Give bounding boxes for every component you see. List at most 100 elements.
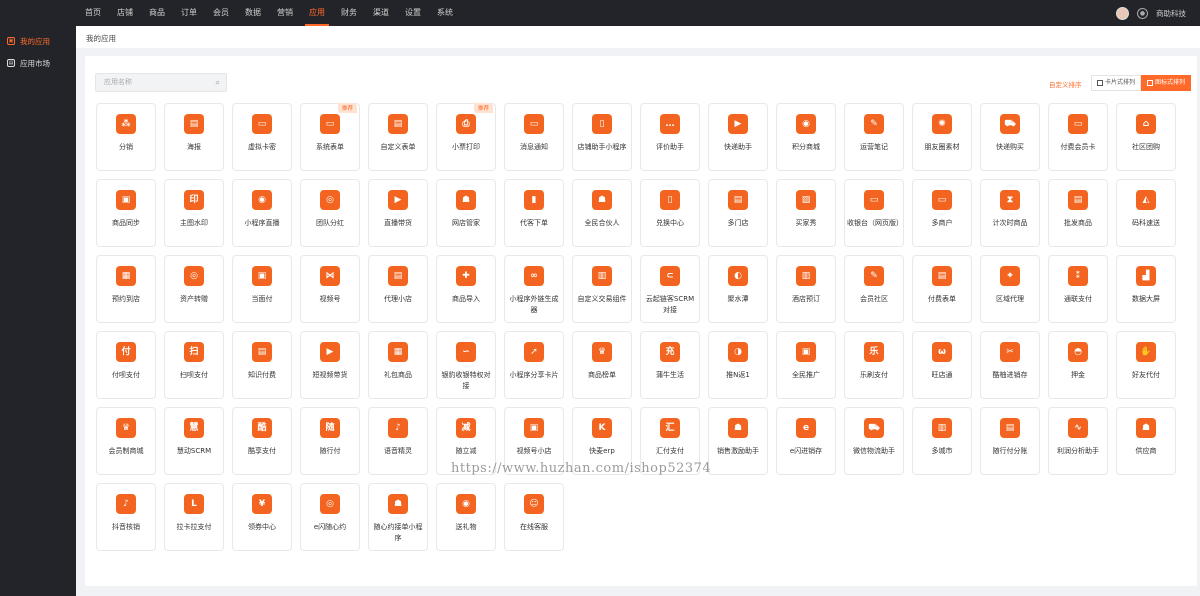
- app-tile[interactable]: ▤ 多门店: [708, 179, 768, 247]
- app-tile[interactable]: 印主图水印: [164, 179, 224, 247]
- sidebar-item-app-market[interactable]: ▤ 应用市场: [0, 52, 76, 74]
- custom-sort-link[interactable]: 自定义排序: [1049, 79, 1082, 89]
- app-tile[interactable]: ♛ 商品榜单: [572, 331, 632, 399]
- app-tile[interactable]: ◎ e闪随心约: [300, 483, 360, 551]
- app-tile[interactable]: ▟ 数据大屏: [1116, 255, 1176, 323]
- app-tile[interactable]: ◭ 码科速送: [1116, 179, 1176, 247]
- app-tile[interactable]: 随随行付: [300, 407, 360, 475]
- app-tile[interactable]: ◉ 送礼物: [436, 483, 496, 551]
- search-input[interactable]: 应用名称 ⌕: [95, 73, 227, 92]
- app-tile[interactable]: ✋ 好友代付: [1116, 331, 1176, 399]
- app-tile[interactable]: ▥ 多城市: [912, 407, 972, 475]
- app-tile[interactable]: ⌖ 区域代理: [980, 255, 1040, 323]
- top-nav-item[interactable]: 系统: [429, 0, 461, 26]
- app-tile[interactable]: 减随立减: [436, 407, 496, 475]
- app-tile[interactable]: 汇汇付支付: [640, 407, 700, 475]
- app-tile[interactable]: 充蒲牛生活: [640, 331, 700, 399]
- app-tile[interactable]: ▦ 礼包商品: [368, 331, 428, 399]
- app-tile[interactable]: ▮ 代客下单: [504, 179, 564, 247]
- app-tile[interactable]: ⛟ 快递购买: [980, 103, 1040, 171]
- app-tile[interactable]: ▯ 兑换中心: [640, 179, 700, 247]
- app-tile[interactable]: ⁂ 分销: [96, 103, 156, 171]
- app-tile[interactable]: ☗ 随心约接单小程序: [368, 483, 428, 551]
- app-tile[interactable]: ⊂ 云起链客SCRM对接: [640, 255, 700, 323]
- app-tile[interactable]: ⋈ 视频号: [300, 255, 360, 323]
- app-tile[interactable]: ▭ 多商户: [912, 179, 972, 247]
- app-tile[interactable]: ▨ 买家秀: [776, 179, 836, 247]
- app-tile[interactable]: ▦ 预约到店: [96, 255, 156, 323]
- app-tile[interactable]: 乐乐刷支付: [844, 331, 904, 399]
- app-tile[interactable]: ☗ 全民合伙人: [572, 179, 632, 247]
- app-tile[interactable]: ♪ 抖音核销: [96, 483, 156, 551]
- avatar[interactable]: [1116, 6, 1129, 20]
- app-tile[interactable]: 付付呗支付: [96, 331, 156, 399]
- top-nav-item[interactable]: 渠道: [365, 0, 397, 26]
- app-tile[interactable]: ✺ 朋友圈素材: [912, 103, 972, 171]
- app-tile[interactable]: ◎ 团队分红: [300, 179, 360, 247]
- app-tile[interactable]: ▯ 店铺助手小程序: [572, 103, 632, 171]
- app-tile[interactable]: ✂ 酷柚进销存: [980, 331, 1040, 399]
- app-tile[interactable]: ▤ 随行付分账: [980, 407, 1040, 475]
- app-tile[interactable]: ➚ 小程序分享卡片: [504, 331, 564, 399]
- app-tile[interactable]: ♛ 会员制商城: [96, 407, 156, 475]
- top-nav-item[interactable]: 商品: [141, 0, 173, 26]
- top-nav-item[interactable]: 首页: [77, 0, 109, 26]
- app-tile[interactable]: e e闪进销存: [776, 407, 836, 475]
- app-tile[interactable]: ▤ 自定义表单: [368, 103, 428, 171]
- app-tile[interactable]: ✚ 商品导入: [436, 255, 496, 323]
- app-tile[interactable]: ◑ 推N返1: [708, 331, 768, 399]
- icon-view-button[interactable]: 图标式排列: [1141, 75, 1192, 91]
- app-tile[interactable]: ⎙ 小票打印 推荐: [436, 103, 496, 171]
- top-nav-item[interactable]: 数据: [237, 0, 269, 26]
- app-tile[interactable]: ⌂ 社区团购: [1116, 103, 1176, 171]
- app-tile[interactable]: ▣ 当面付: [232, 255, 292, 323]
- app-tile[interactable]: ▤ 代理小店: [368, 255, 428, 323]
- app-tile[interactable]: L 拉卡拉支付: [164, 483, 224, 551]
- app-tile[interactable]: ¥ 领券中心: [232, 483, 292, 551]
- app-tile[interactable]: ▤ 知识付费: [232, 331, 292, 399]
- app-tile[interactable]: 酷酷享支付: [232, 407, 292, 475]
- app-tile[interactable]: ☗ 销售激励助手: [708, 407, 768, 475]
- app-tile[interactable]: ▭ 付费会员卡: [1048, 103, 1108, 171]
- app-tile[interactable]: K 快麦erp: [572, 407, 632, 475]
- app-tile[interactable]: ∞ 小程序外链生成器: [504, 255, 564, 323]
- app-tile[interactable]: ∿ 利润分析助手: [1048, 407, 1108, 475]
- top-nav-item[interactable]: 营销: [269, 0, 301, 26]
- top-nav-item[interactable]: 订单: [173, 0, 205, 26]
- card-view-button[interactable]: 卡片式排列: [1091, 75, 1142, 91]
- app-tile[interactable]: ω 旺店通: [912, 331, 972, 399]
- top-nav-item[interactable]: 财务: [333, 0, 365, 26]
- app-tile[interactable]: ▥ 酒店预订: [776, 255, 836, 323]
- app-tile[interactable]: ▭ 消息通知: [504, 103, 564, 171]
- app-tile[interactable]: ▭ 虚拟卡密: [232, 103, 292, 171]
- user-name[interactable]: 商助科技: [1156, 8, 1186, 19]
- app-tile[interactable]: ▤ 批发商品: [1048, 179, 1108, 247]
- app-tile[interactable]: ⁑ 通联支付: [1048, 255, 1108, 323]
- app-tile[interactable]: 扫扫呗支付: [164, 331, 224, 399]
- app-tile[interactable]: ♪ 语音精灵: [368, 407, 428, 475]
- app-tile[interactable]: ⧗ 计次时商品: [980, 179, 1040, 247]
- app-tile[interactable]: ☗ 网店管家: [436, 179, 496, 247]
- app-tile[interactable]: ▥ 自定义交易组件: [572, 255, 632, 323]
- app-tile[interactable]: ▤ 付费表单: [912, 255, 972, 323]
- top-nav-item[interactable]: 设置: [397, 0, 429, 26]
- app-tile[interactable]: ▣ 全民推广: [776, 331, 836, 399]
- app-tile[interactable]: ▶ 短视频带货: [300, 331, 360, 399]
- app-tile[interactable]: ◉ 积分商城: [776, 103, 836, 171]
- app-tile[interactable]: ▣ 商品同步: [96, 179, 156, 247]
- app-tile[interactable]: ∽ 银豹收银特权对接: [436, 331, 496, 399]
- app-tile[interactable]: ▶ 直播带货: [368, 179, 428, 247]
- top-nav-item[interactable]: 会员: [205, 0, 237, 26]
- app-tile[interactable]: ☗ 供应商: [1116, 407, 1176, 475]
- app-tile[interactable]: ▶ 快递助手: [708, 103, 768, 171]
- search-icon[interactable]: ⌕: [216, 74, 220, 91]
- app-tile[interactable]: ◉ 小程序直播: [232, 179, 292, 247]
- app-tile[interactable]: ▭ 系统表单 推荐: [300, 103, 360, 171]
- app-tile[interactable]: … 评价助手: [640, 103, 700, 171]
- app-tile[interactable]: ▣ 视频号小店: [504, 407, 564, 475]
- app-tile[interactable]: ✎ 会员社区: [844, 255, 904, 323]
- app-tile[interactable]: ⛟ 微信物流助手: [844, 407, 904, 475]
- app-tile[interactable]: ◎ 资产转赠: [164, 255, 224, 323]
- top-nav-item[interactable]: 应用: [301, 0, 333, 26]
- bell-icon[interactable]: ●: [1137, 7, 1148, 19]
